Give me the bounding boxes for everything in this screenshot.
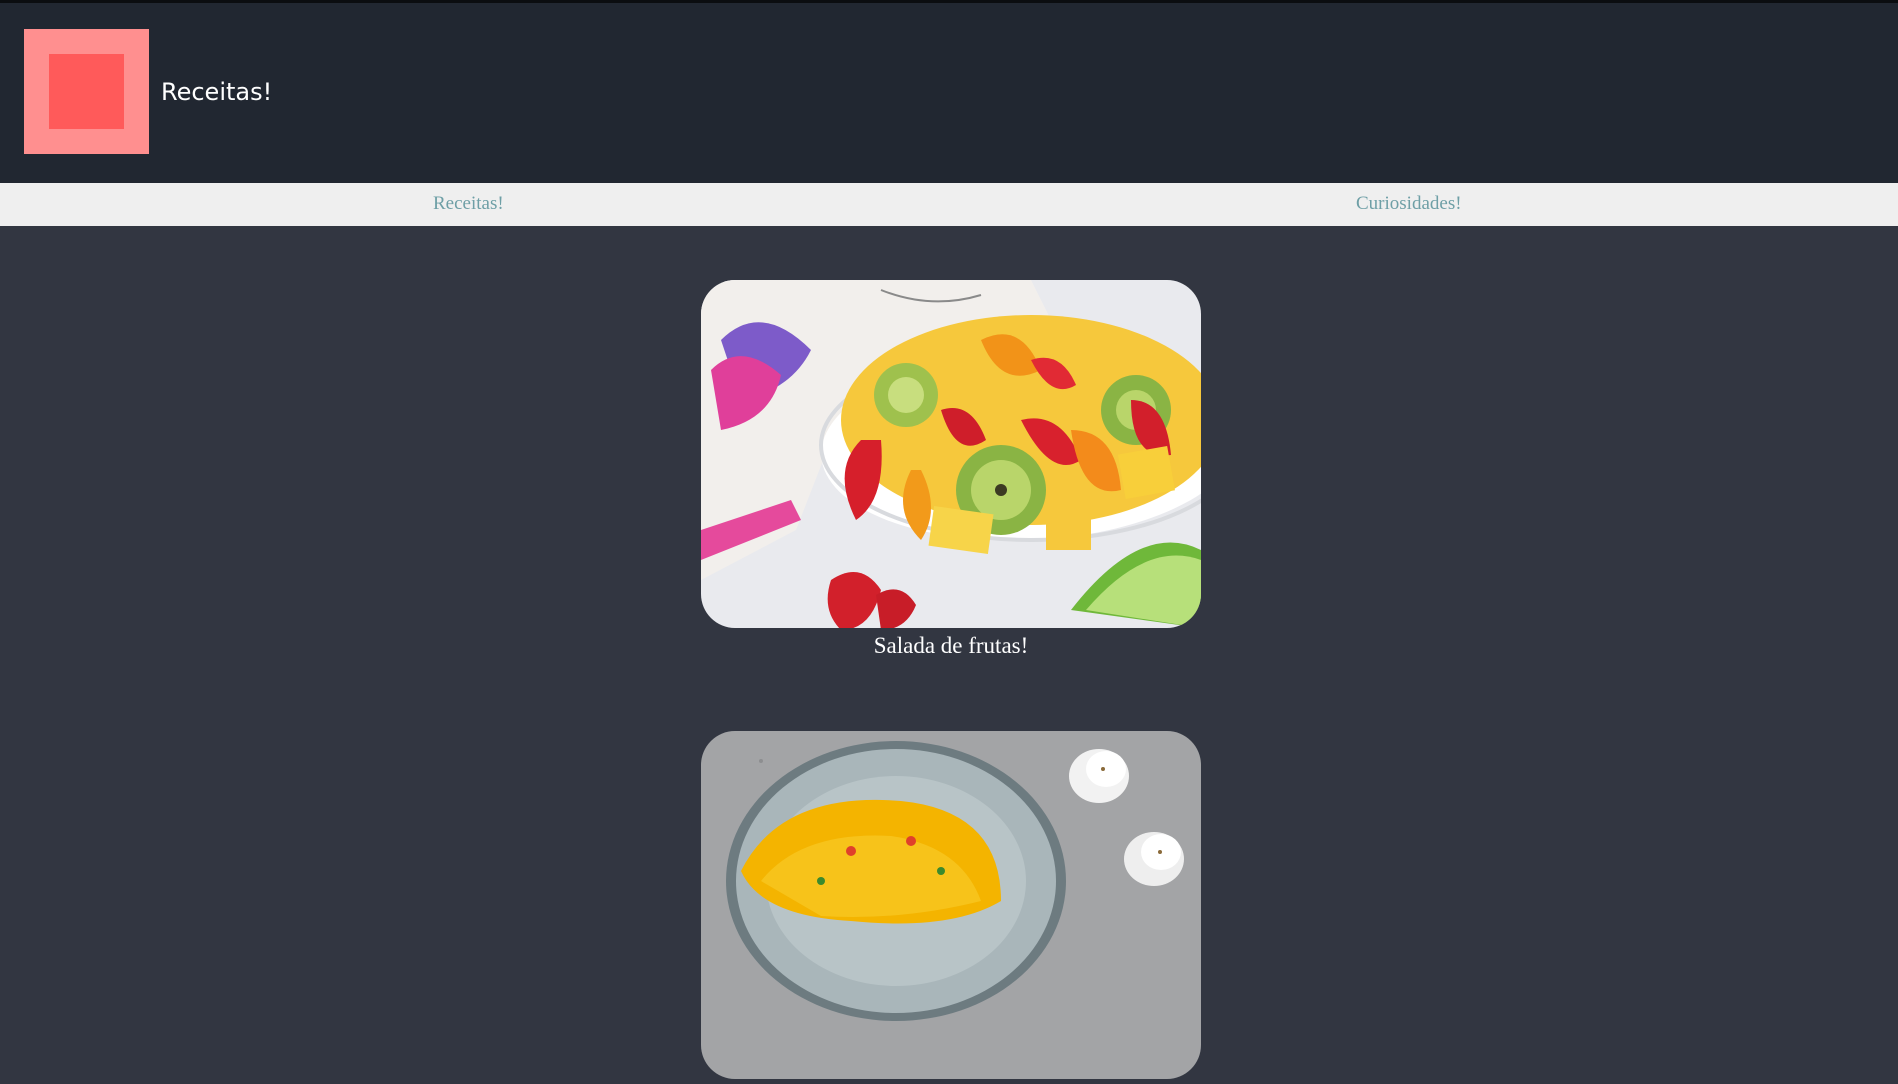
nav-bar: Receitas! Curiosidades!: [0, 183, 1898, 226]
recipe-caption: Salada de frutas!: [873, 633, 1029, 658]
nav-link-receitas[interactable]: Receitas!: [433, 193, 504, 215]
recipe-card[interactable]: [701, 731, 1201, 1084]
nav-link-curiosidades[interactable]: Curiosidades!: [1356, 193, 1462, 215]
recipe-card[interactable]: Salada de frutas!: [701, 280, 1201, 659]
site-title: Receitas!: [161, 78, 273, 106]
logo-square-icon[interactable]: [24, 29, 149, 154]
site-header: Receitas!: [0, 3, 1898, 183]
fruit-salad-photo[interactable]: [701, 280, 1201, 628]
logo-inner-square: [49, 54, 124, 129]
omelette-photo[interactable]: [701, 731, 1201, 1079]
